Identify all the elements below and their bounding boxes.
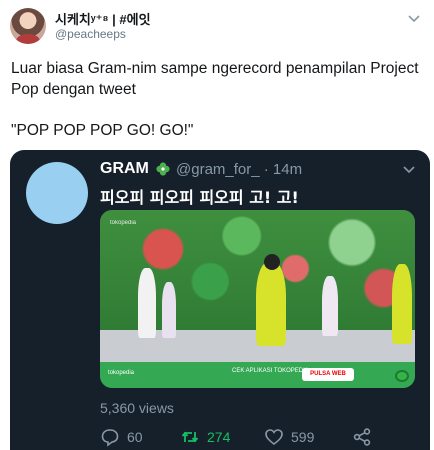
clover-icon bbox=[156, 162, 170, 176]
tweet-header: 시케치ʸ⁺⁸ | #에잇 @peacheeps bbox=[10, 6, 424, 46]
tweet-body: Luar biasa Gram-nim sampe ngerecord pena… bbox=[11, 58, 423, 100]
tweet-video[interactable]: tokopedia tokopedia CEK APLIKASI TOKOPED… bbox=[100, 210, 415, 388]
video-ad-banner: tokopedia CEK APLIKASI TOKOPEDIA PULSA W… bbox=[100, 362, 415, 388]
author-avatar[interactable] bbox=[10, 8, 46, 44]
performer bbox=[322, 276, 338, 336]
author-handle[interactable]: @peacheeps bbox=[55, 27, 126, 41]
like-icon bbox=[265, 429, 283, 446]
banner-cta: CEK APLIKASI TOKOPEDIA bbox=[232, 368, 309, 374]
reply-icon bbox=[101, 429, 119, 447]
embedded-author-avatar[interactable] bbox=[26, 162, 88, 224]
share-icon bbox=[353, 428, 371, 446]
retweet-button[interactable]: 274 bbox=[180, 426, 230, 448]
chevron-down-icon[interactable] bbox=[406, 10, 422, 26]
embedded-tweet-text: 피오피 피오피 피오피 고! 고! bbox=[100, 188, 299, 207]
like-count: 599 bbox=[291, 429, 315, 445]
tweet-actions: 60 274 599 bbox=[100, 426, 400, 450]
performer bbox=[138, 268, 156, 338]
owl-mascot-icon bbox=[395, 370, 409, 382]
embedded-tweet[interactable]: GRAM @gram_for_ · 14m 피오피 피오피 피오피 고! 고! … bbox=[10, 150, 430, 450]
performer bbox=[256, 262, 286, 346]
reply-count: 60 bbox=[127, 429, 143, 445]
chevron-down-icon[interactable] bbox=[402, 162, 416, 176]
view-count: 5,360 views bbox=[100, 400, 174, 416]
video-corner-logo: tokopedia bbox=[110, 220, 137, 226]
performer bbox=[162, 282, 176, 338]
author-display-name[interactable]: 시케치ʸ⁺⁸ | #에잇 bbox=[55, 9, 151, 28]
banner-pill: PULSA WEB bbox=[302, 368, 354, 381]
tweet-quote-line: "POP POP POP GO! GO!" bbox=[11, 122, 194, 139]
performer bbox=[264, 254, 280, 270]
embedded-author-name[interactable]: GRAM bbox=[100, 160, 149, 178]
banner-logo: tokopedia bbox=[108, 370, 135, 376]
embedded-author-handle-time[interactable]: @gram_for_ · 14m bbox=[176, 161, 302, 178]
tweet-text: Luar biasa Gram-nim sampe ngerecord pena… bbox=[11, 60, 423, 98]
retweet-icon bbox=[181, 431, 199, 443]
share-button[interactable] bbox=[352, 426, 372, 448]
reply-button[interactable]: 60 bbox=[100, 426, 143, 448]
like-button[interactable]: 599 bbox=[264, 426, 314, 448]
performer bbox=[392, 264, 412, 344]
retweet-count: 274 bbox=[207, 429, 231, 445]
